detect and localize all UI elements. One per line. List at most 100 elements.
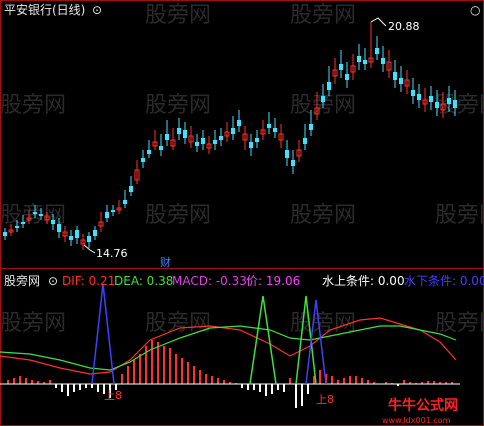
candle (260, 120, 266, 140)
candle (249, 134, 253, 156)
site-logo: 牛牛公式网 www.ldx001.com (382, 397, 458, 425)
candle (404, 70, 410, 94)
candle-body (381, 58, 385, 64)
candle (116, 200, 122, 214)
candle-body (309, 124, 313, 130)
candle-body (93, 230, 97, 236)
candle (152, 130, 158, 150)
watermark-text: 股旁网 (0, 203, 66, 228)
candle (411, 78, 415, 104)
candle-body (213, 140, 217, 144)
candle-body (165, 134, 169, 140)
candle-body (249, 142, 253, 148)
above-water-value: 水上条件: 0.00 (322, 274, 405, 288)
candle-body (417, 94, 421, 100)
candle (429, 86, 433, 110)
outer-frame (0, 0, 484, 426)
candle (273, 118, 277, 138)
watermark-text: 股旁网 (435, 203, 484, 228)
candle (386, 50, 392, 78)
candle-body (87, 236, 91, 242)
candle (291, 150, 295, 174)
candle (195, 134, 199, 152)
candle (242, 126, 248, 150)
candle (375, 36, 379, 60)
candle-body (321, 96, 325, 102)
candle (188, 126, 194, 148)
candle-body (363, 60, 367, 64)
candle-body (273, 128, 277, 132)
candle (285, 140, 289, 166)
candle-body (183, 130, 187, 138)
candle-body (339, 64, 343, 70)
price-value: 价: 19.06 (246, 274, 301, 288)
candle (147, 140, 151, 158)
candle-body (375, 48, 379, 54)
candle-body (429, 96, 433, 102)
candle (357, 44, 361, 70)
title-dropdown-icon[interactable]: ⊙ (92, 3, 102, 17)
dif-value: DIF: 0.21 (62, 274, 116, 288)
below-water-value: 水下条件: 0.00 (404, 274, 484, 288)
candle (98, 212, 104, 232)
dea-line (0, 325, 457, 371)
candle-body (105, 212, 109, 218)
candle (350, 54, 356, 80)
candle (255, 130, 259, 148)
candle-body (255, 138, 259, 142)
indicator-name: 股旁网 (4, 274, 41, 288)
candle (105, 205, 109, 222)
candle-body (345, 74, 349, 80)
candle-body (357, 56, 361, 62)
candle-body (435, 102, 439, 108)
candle (422, 88, 428, 112)
candle-body (111, 210, 115, 212)
candle-body (51, 220, 55, 224)
candle-body (195, 142, 199, 146)
candle-body (147, 150, 151, 154)
finance-marker[interactable]: 财 (160, 255, 171, 269)
candle (381, 46, 385, 72)
watermark-text: 股旁网 (145, 93, 211, 118)
candle (177, 118, 181, 140)
candle-body (231, 128, 235, 134)
candle (213, 130, 217, 150)
candle-body (3, 232, 7, 236)
watermark-text: 股旁网 (290, 3, 356, 28)
indicator-menu-icon[interactable]: ⊙ (48, 274, 58, 288)
candle (93, 226, 97, 240)
candle-body (39, 214, 43, 216)
candle (399, 66, 403, 92)
candle (201, 130, 205, 150)
candle (345, 62, 349, 88)
candle-body (327, 82, 331, 90)
watermark-text: 股旁网 (145, 311, 211, 336)
high-price-label: 20.88 (388, 20, 420, 33)
logo-url: www.ldx001.com (382, 416, 451, 425)
candle-body (123, 200, 127, 204)
watermark-text: 股旁网 (0, 311, 66, 336)
watermark-text: 股旁网 (290, 203, 356, 228)
chart-canvas: 股旁网股旁网股旁网股旁网股旁网股旁网股旁网股旁网股旁网股旁网股旁网股旁网股旁网股… (0, 0, 484, 426)
candle (159, 134, 163, 156)
candle (123, 190, 127, 208)
candle (278, 124, 284, 148)
candle (75, 226, 79, 244)
watermark-text: 股旁网 (145, 203, 211, 228)
low-annotation: 14.76 (83, 244, 128, 260)
candlestick-series (3, 22, 457, 250)
candle-body (15, 226, 19, 228)
signal-label-1: 上8 (104, 389, 122, 402)
panel-toggle-icon[interactable]: ○ (470, 3, 480, 17)
candle-body (285, 150, 289, 158)
candle-body (33, 212, 37, 214)
macd-histogram (7, 340, 453, 408)
candle (69, 230, 73, 246)
candle-body (159, 146, 163, 150)
candle (327, 66, 331, 96)
candle-body (129, 186, 133, 192)
candle-body (411, 90, 415, 96)
signal-label-2: 上8 (316, 393, 334, 406)
watermark-text: 股旁网 (0, 93, 66, 118)
candle-body (219, 136, 223, 140)
